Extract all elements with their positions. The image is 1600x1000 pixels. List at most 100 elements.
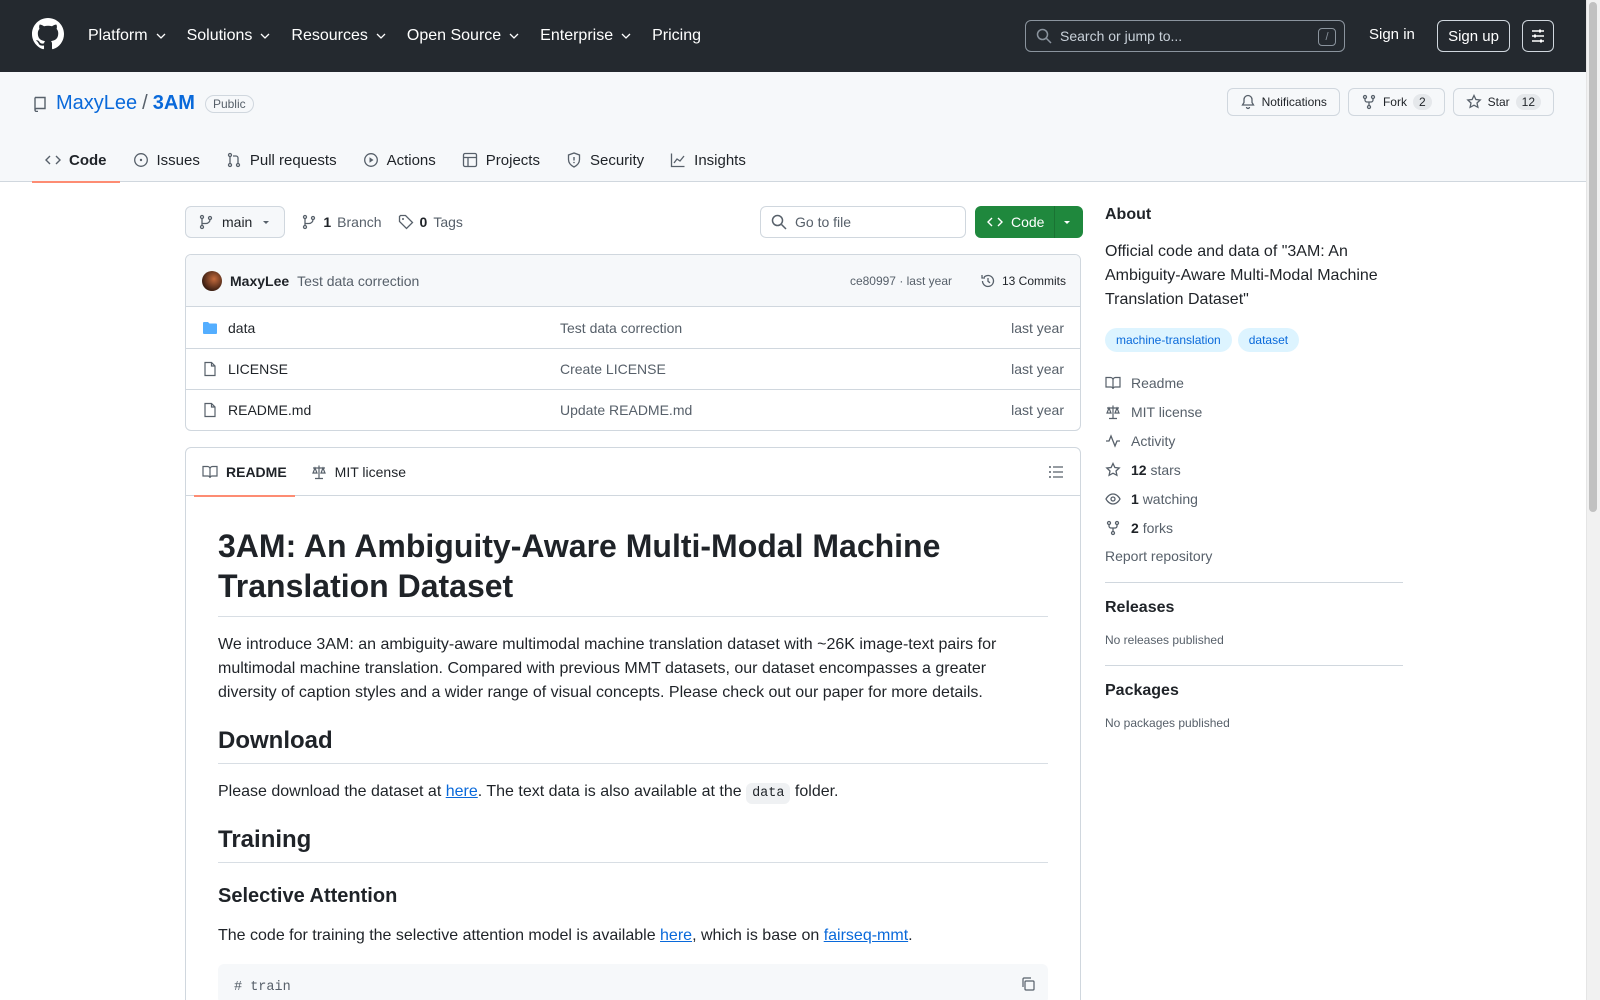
topic-tag[interactable]: machine-translation xyxy=(1105,328,1232,352)
tab-insights[interactable]: Insights xyxy=(657,138,759,182)
selective-here-link[interactable]: here xyxy=(660,927,692,944)
sign-up-button[interactable]: Sign up xyxy=(1437,20,1510,52)
nav-resources[interactable]: Resources xyxy=(291,27,386,45)
link-label: MIT license xyxy=(1131,403,1203,420)
link-label: watching xyxy=(1142,490,1198,507)
nav-label: Pricing xyxy=(652,27,701,44)
divider xyxy=(1105,665,1403,666)
chevron-down-icon xyxy=(260,33,270,39)
avatar[interactable] xyxy=(202,270,222,291)
file-commit-message[interactable]: Update README.md xyxy=(560,402,692,418)
visibility-badge: Public xyxy=(204,94,254,113)
tab-license[interactable]: MIT license xyxy=(303,448,414,496)
copy-button[interactable] xyxy=(1020,976,1036,992)
text-span: folder. xyxy=(790,783,839,800)
fork-button[interactable]: Fork 2 xyxy=(1347,88,1445,116)
star-button[interactable]: Star 12 xyxy=(1452,88,1554,116)
notifications-button[interactable]: Notifications xyxy=(1226,88,1340,116)
repo-owner-link[interactable]: MaxyLee xyxy=(56,92,137,115)
tags-link[interactable]: 0 Tags xyxy=(398,214,463,230)
nav-pricing[interactable]: Pricing xyxy=(652,27,701,45)
settings-menu-button[interactable] xyxy=(1522,20,1554,52)
file-name-link[interactable]: data xyxy=(228,320,548,336)
caret-down-icon xyxy=(1064,221,1070,224)
download-here-link[interactable]: here xyxy=(446,783,478,800)
file-browser: MaxyLee Test data correction ce80997 · l… xyxy=(185,254,1081,431)
file-date: last year xyxy=(1011,361,1064,377)
link-label: stars xyxy=(1150,461,1181,478)
tab-issues[interactable]: Issues xyxy=(120,138,213,182)
fairseq-mmt-link[interactable]: fairseq-mmt xyxy=(824,927,908,944)
file-row[interactable]: LICENSE Create LICENSE last year xyxy=(186,348,1080,389)
tab-pull-requests[interactable]: Pull requests xyxy=(213,138,350,182)
code-text: # train xyxy=(234,980,291,996)
file-commit-message[interactable]: Create LICENSE xyxy=(560,361,666,377)
global-search-input[interactable]: Search or jump to... / xyxy=(1025,20,1345,52)
link-label: Activity xyxy=(1131,432,1176,449)
releases-heading[interactable]: Releases xyxy=(1105,599,1403,617)
commit-history-link[interactable]: 13 Commits xyxy=(980,273,1066,289)
code-button-label: Code xyxy=(1011,214,1045,230)
global-header: Platform Solutions Resources Open Source… xyxy=(0,0,1586,72)
sign-in-link[interactable]: Sign in xyxy=(1369,26,1415,43)
branch-icon xyxy=(303,214,316,230)
watchers-link[interactable]: 1 watching xyxy=(1105,484,1403,513)
commit-author-link[interactable]: MaxyLee xyxy=(230,273,289,289)
repo-separator: / xyxy=(142,92,148,114)
tab-projects[interactable]: Projects xyxy=(449,138,553,182)
activity-link[interactable]: Activity xyxy=(1105,426,1403,455)
table-of-contents-button[interactable] xyxy=(1048,464,1064,480)
commit-meta[interactable]: ce80997 · last year xyxy=(850,274,952,288)
tab-code[interactable]: Code xyxy=(32,138,120,183)
file-name-link[interactable]: README.md xyxy=(228,402,548,418)
forks-link[interactable]: 2 forks xyxy=(1105,513,1403,542)
sliders-icon xyxy=(1532,29,1544,43)
download-heading: Download xyxy=(218,727,1048,764)
readme-title: 3AM: An Ambiguity-Aware Multi-Modal Mach… xyxy=(218,526,1048,617)
play-icon xyxy=(363,153,378,167)
releases-empty-text: No releases published xyxy=(1105,633,1224,647)
tab-label: Actions xyxy=(386,151,436,169)
tab-readme[interactable]: README xyxy=(194,448,295,497)
chevron-down-icon xyxy=(156,33,166,39)
repo-main: main 1 Branch 0 Tags Go to file Code Max… xyxy=(185,206,1083,1000)
file-commit-message[interactable]: Test data correction xyxy=(560,320,682,336)
code-dropdown-button[interactable]: Code xyxy=(975,206,1083,238)
file-name-link[interactable]: LICENSE xyxy=(228,361,548,377)
link-label: forks xyxy=(1142,519,1174,536)
branch-selector-button[interactable]: main xyxy=(185,206,286,238)
button-divider xyxy=(1054,206,1055,238)
nav-open-source[interactable]: Open Source xyxy=(407,27,520,45)
page-scrollbar[interactable] xyxy=(1586,0,1600,1000)
file-row[interactable]: data Test data correction last year xyxy=(186,307,1080,348)
inline-code: data xyxy=(746,783,791,804)
stars-link[interactable]: 12 stars xyxy=(1105,455,1403,484)
fork-icon xyxy=(1106,520,1120,535)
packages-empty-text: No packages published xyxy=(1105,716,1230,730)
topic-tag[interactable]: dataset xyxy=(1237,328,1300,352)
tab-actions[interactable]: Actions xyxy=(350,138,449,182)
readme-link[interactable]: Readme xyxy=(1105,368,1403,397)
nav-solutions[interactable]: Solutions xyxy=(187,27,272,45)
nav-enterprise[interactable]: Enterprise xyxy=(540,27,632,45)
text-span: . xyxy=(908,927,913,945)
license-link[interactable]: MIT license xyxy=(1105,397,1403,426)
file-icon xyxy=(204,361,216,377)
packages-heading[interactable]: Packages xyxy=(1105,682,1403,700)
global-nav: Platform Solutions Resources Open Source… xyxy=(88,0,721,72)
github-logo-icon[interactable] xyxy=(32,18,64,50)
tab-label: Security xyxy=(589,151,645,169)
report-repository-link[interactable]: Report repository xyxy=(1105,548,1403,564)
nav-platform[interactable]: Platform xyxy=(88,27,167,45)
star-icon xyxy=(1465,94,1482,109)
go-to-file-input[interactable]: Go to file xyxy=(760,206,966,238)
commit-message-link[interactable]: Test data correction xyxy=(297,273,419,289)
branches-link[interactable]: 1 Branch xyxy=(301,214,382,230)
eye-icon xyxy=(1105,492,1121,505)
scrollbar-thumb[interactable] xyxy=(1589,2,1597,512)
repo-tabs: Code Issues Pull requests Actions Projec… xyxy=(32,138,759,183)
file-row[interactable]: README.md Update README.md last year xyxy=(186,389,1080,430)
tab-security[interactable]: Security xyxy=(553,138,657,182)
divider xyxy=(1105,582,1403,583)
repo-name-link[interactable]: 3AM xyxy=(153,92,195,115)
